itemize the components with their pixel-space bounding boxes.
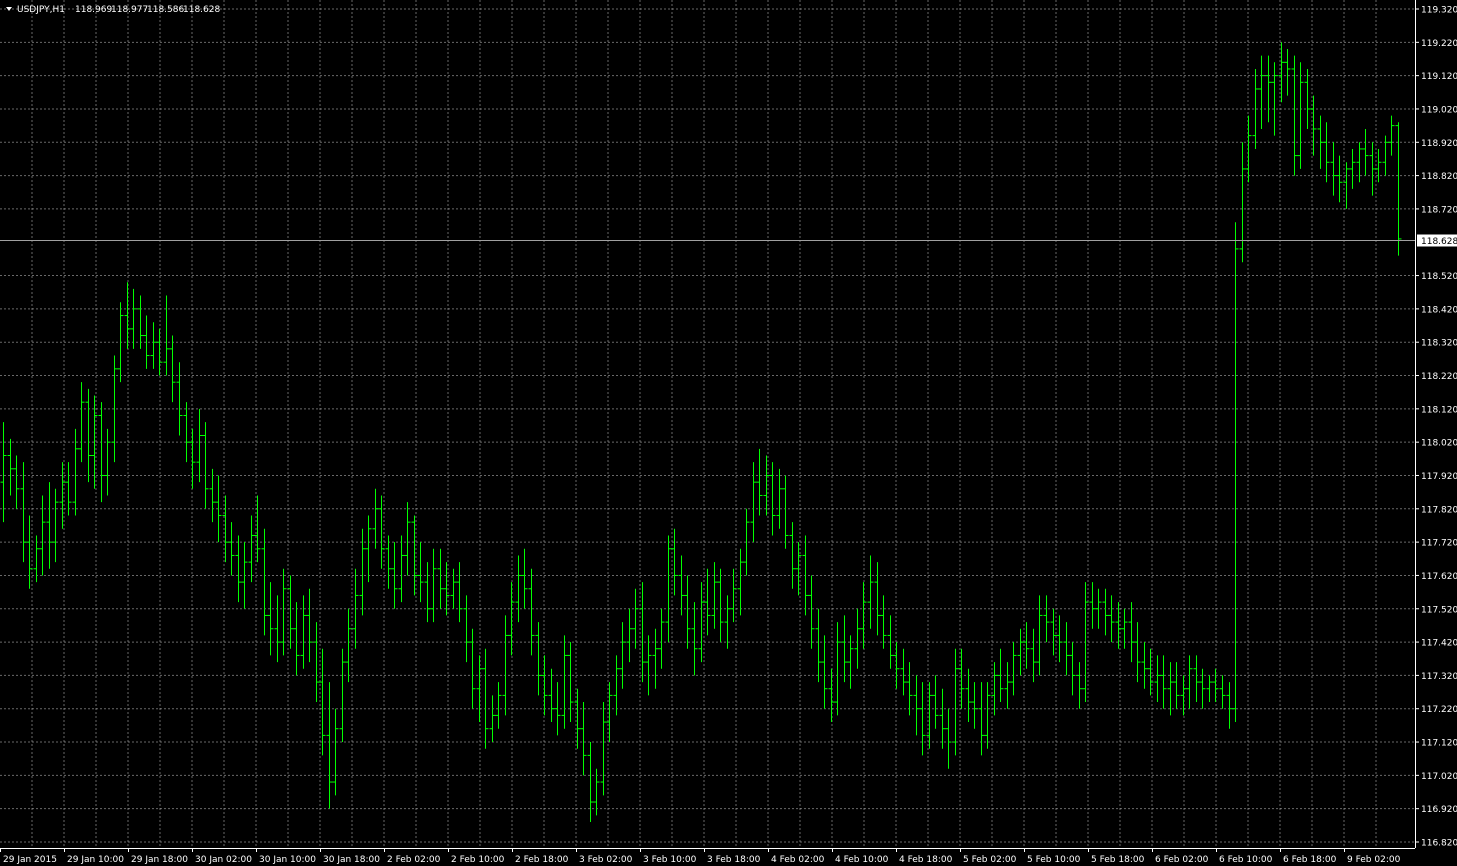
y-tick-label: 118.320 [1421, 339, 1457, 349]
y-tick-label: 119.020 [1421, 105, 1457, 115]
x-tick-label: 30 Jan 10:00 [259, 855, 316, 865]
x-tick-label: 30 Jan 02:00 [195, 855, 252, 865]
chart-background [0, 0, 1457, 866]
y-tick-label: 117.120 [1421, 739, 1457, 749]
x-tick-label: 2 Feb 02:00 [387, 855, 441, 865]
current-price-label: 118.628 [1421, 237, 1457, 247]
y-tick-label: 118.020 [1421, 439, 1457, 449]
y-tick-label: 117.220 [1421, 705, 1457, 715]
y-tick-label: 119.320 [1421, 6, 1457, 16]
y-tick-label: 117.020 [1421, 772, 1457, 782]
y-tick-label: 117.420 [1421, 639, 1457, 649]
y-tick-label: 117.820 [1421, 505, 1457, 515]
quote-low: 118.586 [147, 5, 184, 15]
y-tick-label: 117.720 [1421, 539, 1457, 549]
quote-high: 118.977 [111, 5, 148, 15]
x-tick-label: 4 Feb 18:00 [899, 855, 953, 865]
price-chart[interactable]: 119.320 119.220 119.120 119.020 118.920 118.8… [0, 0, 1457, 866]
y-tick-label: 118.920 [1421, 139, 1457, 149]
y-tick-label: 117.320 [1421, 672, 1457, 682]
x-tick-label: 9 Feb 02:00 [1347, 855, 1401, 865]
x-tick-label: 6 Feb 02:00 [1155, 855, 1209, 865]
x-tick-label: 2 Feb 10:00 [451, 855, 505, 865]
x-tick-label: 4 Feb 10:00 [835, 855, 889, 865]
quote-open: 118.969 [75, 5, 112, 15]
y-tick-label: 119.220 [1421, 39, 1457, 49]
x-tick-label: 29 Jan 2015 [3, 855, 57, 865]
x-tick-label: 5 Feb 10:00 [1027, 855, 1081, 865]
x-tick-label: 5 Feb 02:00 [963, 855, 1017, 865]
y-tick-label: 119.120 [1421, 72, 1457, 82]
x-tick-label: 29 Jan 10:00 [67, 855, 124, 865]
x-tick-label: 29 Jan 18:00 [131, 855, 188, 865]
y-tick-label: 116.920 [1421, 805, 1457, 815]
symbol-label: USDJPY,H1 [17, 5, 65, 15]
y-tick-label: 116.820 [1421, 839, 1457, 849]
x-tick-label: 4 Feb 02:00 [771, 855, 825, 865]
x-tick-label: 5 Feb 18:00 [1091, 855, 1145, 865]
x-tick-label: 3 Feb 18:00 [707, 855, 761, 865]
x-tick-label: 30 Jan 18:00 [323, 855, 380, 865]
y-tick-label: 118.820 [1421, 172, 1457, 182]
y-tick-label: 117.920 [1421, 472, 1457, 482]
chart-window[interactable]: 119.320 119.220 119.120 119.020 118.920 118.8… [0, 0, 1457, 866]
chart-title: USDJPY,H1 118.969 118.977 118.586 118.62… [6, 5, 220, 15]
x-tick-label: 6 Feb 10:00 [1219, 855, 1273, 865]
x-tick-label: 2 Feb 18:00 [515, 855, 569, 865]
y-tick-label: 117.520 [1421, 605, 1457, 615]
x-tick-label: 3 Feb 10:00 [643, 855, 697, 865]
x-tick-label: 6 Feb 18:00 [1283, 855, 1337, 865]
y-tick-label: 118.420 [1421, 305, 1457, 315]
y-tick-label: 118.120 [1421, 405, 1457, 415]
x-tick-label: 3 Feb 02:00 [579, 855, 633, 865]
y-tick-label: 118.220 [1421, 372, 1457, 382]
y-tick-label: 118.720 [1421, 205, 1457, 215]
quote-close: 118.628 [183, 5, 220, 15]
y-tick-label: 117.620 [1421, 572, 1457, 582]
y-tick-label: 118.520 [1421, 272, 1457, 282]
